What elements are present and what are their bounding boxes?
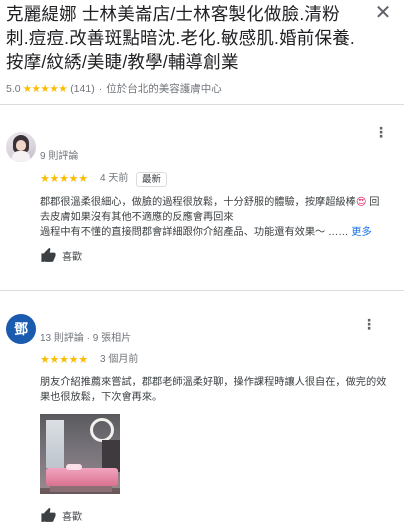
review-date: 4 天前 bbox=[100, 173, 129, 184]
reviewer-avatar[interactable]: 鄧 bbox=[6, 314, 36, 344]
new-badge: 最新 bbox=[136, 172, 168, 187]
review-text: 郡郡很溫柔很細心，做臉的過程很放鬆，十分舒服的體驗，按摩超級棒😍 回 去皮膚如果… bbox=[40, 195, 402, 240]
rating-stars: ★★★★★ bbox=[22, 83, 68, 95]
like-button[interactable]: 喜歡 bbox=[40, 506, 82, 524]
review-text-line: 果也很放鬆，下次會再來。 bbox=[40, 392, 163, 403]
like-button[interactable]: 喜歡 bbox=[40, 246, 82, 264]
place-category: 位於台北的美容護膚中心 bbox=[106, 83, 222, 95]
reviewer-avatar[interactable] bbox=[6, 132, 36, 162]
rating-summary: 5.0 ★★★★★ (141) · 位於台北的美容護膚中心 bbox=[6, 82, 222, 96]
more-options-icon[interactable]: ⋮ bbox=[374, 124, 388, 140]
review-stars: ★★★★★ bbox=[40, 354, 88, 366]
review-text-line: 朋友介紹推薦來嘗試，郡郡老師溫柔好聊，操作課程時讓人很自在，做完的效 bbox=[40, 377, 387, 388]
separator: · bbox=[98, 83, 103, 95]
place-title: 克麗緹娜 士林美崙店/士林客製化做臉.清粉刺.痘痘.改善斑點暗沈.老化.敏感肌.… bbox=[6, 4, 355, 72]
review-text-line: 回 bbox=[366, 197, 380, 208]
more-link[interactable]: 更多 bbox=[351, 227, 371, 238]
review-card: ⋮ 9 則評論 ★★★★★ 4 天前 最新 郡郡很溫柔很細心，做臉的過程很放鬆，… bbox=[0, 104, 404, 290]
review-card: 鄧 ⋮ 13 則評論 · 9 張相片 ★★★★★ 3 個月前 朋友介紹推薦來嘗試… bbox=[0, 290, 404, 531]
place-header: 克麗緹娜 士林美崙店/士林客製化做臉.清粉刺.痘痘.改善斑點暗沈.老化.敏感肌.… bbox=[0, 0, 404, 102]
like-label: 喜歡 bbox=[62, 511, 82, 523]
heart-eyes-emoji-icon: 😍 bbox=[355, 197, 367, 208]
like-label: 喜歡 bbox=[62, 251, 82, 263]
review-stars: ★★★★★ bbox=[40, 173, 88, 185]
review-text: 朋友介紹推薦來嘗試，郡郡老師溫柔好聊，操作課程時讓人很自在，做完的效 果也很放鬆… bbox=[40, 375, 402, 405]
review-photo[interactable] bbox=[40, 414, 120, 494]
rating-value: 5.0 bbox=[6, 83, 21, 95]
thumbs-up-icon bbox=[41, 507, 56, 522]
review-text-line: 去皮膚如果沒有其他不適應的反應會再回來 bbox=[40, 212, 234, 223]
review-count[interactable]: (141) bbox=[70, 82, 95, 96]
more-options-icon[interactable]: ⋮ bbox=[362, 316, 376, 332]
review-text-line: 過程中有不懂的直接問郡會詳細跟你介紹產品、功能還有效果～ …… bbox=[40, 227, 349, 238]
review-date: 3 個月前 bbox=[100, 354, 139, 365]
review-text-line: 郡郡很溫柔很細心，做臉的過程很放鬆，十分舒服的體驗，按摩超級棒 bbox=[40, 197, 356, 208]
thumbs-up-icon bbox=[41, 247, 56, 262]
close-icon[interactable]: ✕ bbox=[372, 2, 394, 24]
reviewer-meta[interactable]: 13 則評論 · 9 張相片 bbox=[40, 332, 131, 345]
reviewer-meta[interactable]: 9 則評論 bbox=[40, 150, 78, 163]
